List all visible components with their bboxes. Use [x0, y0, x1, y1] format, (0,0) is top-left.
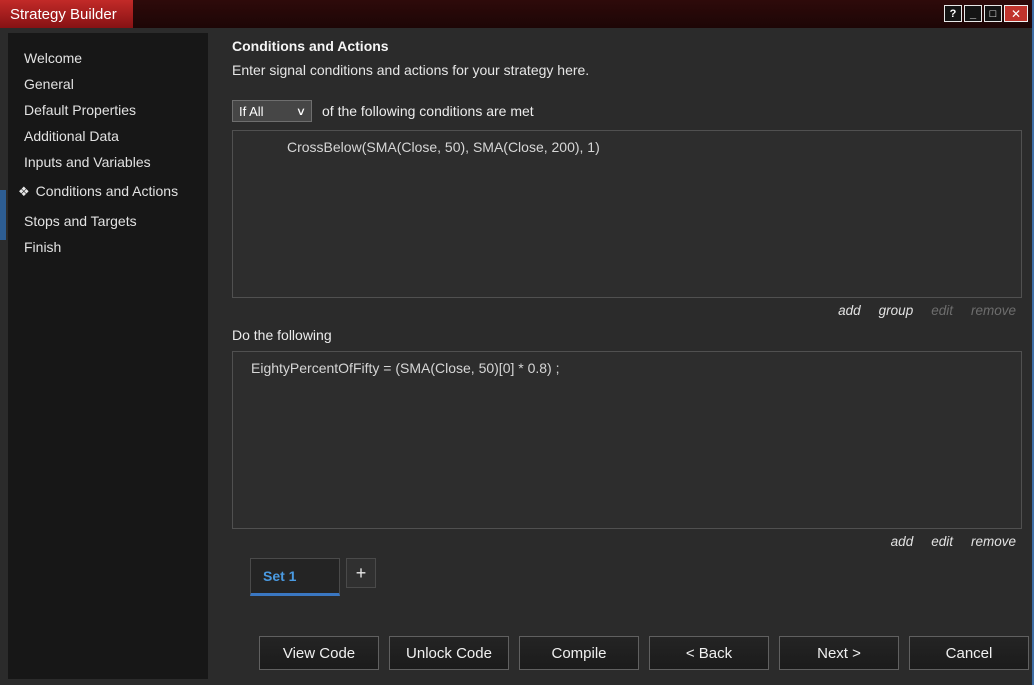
- sidebar-item-general[interactable]: General: [8, 71, 208, 97]
- diamond-icon: ❖: [18, 184, 30, 199]
- help-button[interactable]: ?: [944, 5, 962, 22]
- conditions-group-link[interactable]: group: [879, 303, 914, 318]
- sidebar-item-welcome[interactable]: Welcome: [8, 45, 208, 71]
- cancel-button[interactable]: Cancel: [909, 636, 1029, 670]
- sidebar-item-label: Conditions and Actions: [35, 183, 179, 199]
- conditions-edit-link: edit: [931, 303, 953, 318]
- conditions-add-link[interactable]: add: [838, 303, 861, 318]
- footer-button-bar: View Code Unlock Code Compile < Back Nex…: [259, 636, 1029, 670]
- main-panel: Conditions and Actions Enter signal cond…: [208, 28, 1030, 685]
- actions-links: add edit remove: [232, 534, 1022, 549]
- minimize-button[interactable]: _: [964, 5, 982, 22]
- page-subtitle: Enter signal conditions and actions for …: [232, 62, 590, 78]
- sidebar-item-inputs-and-variables[interactable]: Inputs and Variables: [8, 149, 208, 175]
- titlebar: Strategy Builder ? _ □ ✕: [0, 0, 1032, 28]
- condition-logic-value: If All: [239, 103, 264, 119]
- maximize-button[interactable]: □: [984, 5, 1002, 22]
- window-controls: ? _ □ ✕: [944, 5, 1028, 22]
- wizard-nav-sidebar: Welcome General Default Properties Addit…: [8, 33, 208, 679]
- condition-row[interactable]: CrossBelow(SMA(Close, 50), SMA(Close, 20…: [243, 139, 1011, 155]
- sidebar-item-stops-and-targets[interactable]: Stops and Targets: [8, 208, 208, 234]
- conditions-mode-row: If All ∨ of the following conditions are…: [232, 100, 1018, 122]
- action-row[interactable]: EightyPercentOfFifty = (SMA(Close, 50)[0…: [243, 360, 1011, 376]
- actions-section-label: Do the following: [232, 327, 332, 343]
- actions-add-link[interactable]: add: [891, 534, 914, 549]
- add-set-tab-button[interactable]: +: [346, 558, 376, 588]
- sidebar-item-additional-data[interactable]: Additional Data: [8, 123, 208, 149]
- compile-button[interactable]: Compile: [519, 636, 639, 670]
- condition-set-tabs: Set 1 +: [250, 558, 1018, 596]
- sidebar-item-finish[interactable]: Finish: [8, 234, 208, 260]
- actions-edit-link[interactable]: edit: [931, 534, 953, 549]
- actions-remove-link[interactable]: remove: [971, 534, 1016, 549]
- condition-logic-dropdown[interactable]: If All ∨: [232, 100, 312, 122]
- next-button[interactable]: Next >: [779, 636, 899, 670]
- conditions-list[interactable]: CrossBelow(SMA(Close, 50), SMA(Close, 20…: [232, 130, 1022, 298]
- conditions-actions-links: add group edit remove: [232, 303, 1022, 318]
- strategy-builder-window: Strategy Builder ? _ □ ✕ Welcome General…: [0, 0, 1034, 685]
- close-button[interactable]: ✕: [1004, 5, 1028, 22]
- actions-list[interactable]: EightyPercentOfFifty = (SMA(Close, 50)[0…: [232, 351, 1022, 529]
- sidebar-item-default-properties[interactable]: Default Properties: [8, 97, 208, 123]
- conditions-remove-link: remove: [970, 303, 1016, 318]
- back-button[interactable]: < Back: [649, 636, 769, 670]
- sidebar-item-conditions-and-actions[interactable]: ❖ Conditions and Actions: [8, 178, 208, 205]
- chevron-down-icon: ∨: [295, 105, 307, 118]
- tab-set-1[interactable]: Set 1: [250, 558, 340, 596]
- window-title: Strategy Builder: [0, 0, 133, 28]
- left-accent-strip: [0, 190, 6, 240]
- page-title: Conditions and Actions: [232, 38, 389, 54]
- conditions-mode-label: of the following conditions are met: [322, 103, 534, 119]
- unlock-code-button[interactable]: Unlock Code: [389, 636, 509, 670]
- view-code-button[interactable]: View Code: [259, 636, 379, 670]
